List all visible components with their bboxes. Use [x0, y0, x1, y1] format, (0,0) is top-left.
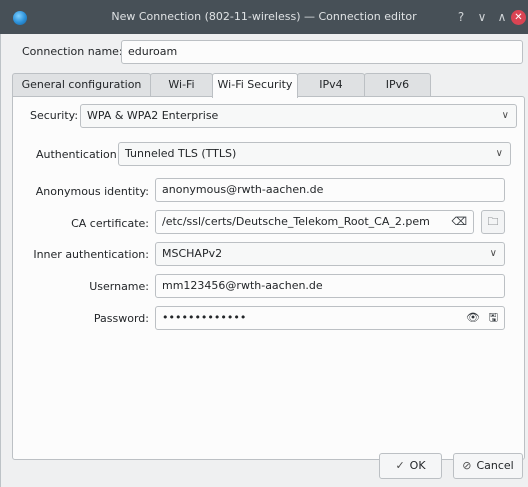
inner-authentication-select[interactable]: MSCHAPv2 ∨ — [155, 242, 505, 266]
checkmark-icon: ✓ — [395, 459, 405, 472]
save-password-icon[interactable]: 🖫 — [489, 307, 498, 329]
cancel-button-label: Cancel — [476, 459, 514, 472]
tab-wifi[interactable]: Wi-Fi — [150, 73, 213, 97]
password-label: Password: — [93, 312, 149, 325]
security-select[interactable]: WPA & WPA2 Enterprise ∨ — [80, 104, 517, 128]
authentication-select[interactable]: Tunneled TLS (TTLS) ∨ — [118, 142, 511, 166]
tab-general-configuration[interactable]: General configuration — [12, 73, 151, 97]
username-label: Username: — [89, 280, 149, 293]
clear-icon[interactable]: ⌫ — [451, 211, 467, 233]
maximize-icon[interactable]: ∧ — [494, 9, 510, 25]
inner-authentication-select-value: MSCHAPv2 — [162, 247, 223, 260]
chevron-down-icon: ∨ — [489, 248, 497, 259]
cancel-icon: ⊘ — [462, 459, 472, 472]
anonymous-identity-input[interactable]: anonymous@rwth-aachen.de — [155, 178, 505, 202]
close-icon[interactable]: ✕ — [511, 10, 526, 25]
folder-icon[interactable]: 🗀 — [481, 210, 505, 234]
ok-button[interactable]: ✓ OK — [379, 453, 442, 479]
connection-editor-window: Connection name: eduroam General configu… — [0, 34, 528, 487]
tab-wifi-security[interactable]: Wi-Fi Security — [212, 73, 298, 98]
window-title: New Connection (802-11-wireless) — Conne… — [111, 10, 417, 23]
authentication-label: Authentication: — [36, 148, 121, 161]
cancel-button[interactable]: ⊘ Cancel — [453, 453, 523, 479]
username-input[interactable]: mm123456@rwth-aachen.de — [155, 274, 505, 298]
chevron-down-icon: ∨ — [495, 148, 503, 159]
ca-certificate-input[interactable]: /etc/ssl/certs/Deutsche_Telekom_Root_CA_… — [155, 210, 474, 234]
authentication-select-value: Tunneled TLS (TTLS) — [125, 147, 237, 160]
tab-ipv6[interactable]: IPv6 — [364, 73, 431, 97]
inner-authentication-label: Inner authentication: — [33, 248, 149, 261]
minimize-icon[interactable]: ∨ — [474, 9, 490, 25]
password-input[interactable]: ••••••••••••• 👁 🖫 — [155, 306, 505, 330]
ca-certificate-value: /etc/ssl/certs/Deutsche_Telekom_Root_CA_… — [162, 215, 430, 228]
connection-name-input[interactable]: eduroam — [121, 40, 523, 64]
tab-ipv4[interactable]: IPv4 — [297, 73, 365, 97]
anonymous-identity-label: Anonymous identity: — [35, 185, 149, 198]
chevron-down-icon: ∨ — [501, 110, 509, 121]
help-icon[interactable]: ? — [453, 9, 469, 25]
security-label: Security: — [30, 109, 79, 122]
connection-name-label: Connection name: — [22, 45, 123, 58]
eye-icon[interactable]: 👁 — [466, 307, 480, 329]
password-value: ••••••••••••• — [162, 311, 247, 324]
title-bar: New Connection (802-11-wireless) — Conne… — [0, 0, 528, 34]
ca-certificate-label: CA certificate: — [71, 217, 149, 230]
security-select-value: WPA & WPA2 Enterprise — [87, 109, 219, 122]
ok-button-label: OK — [409, 459, 426, 472]
